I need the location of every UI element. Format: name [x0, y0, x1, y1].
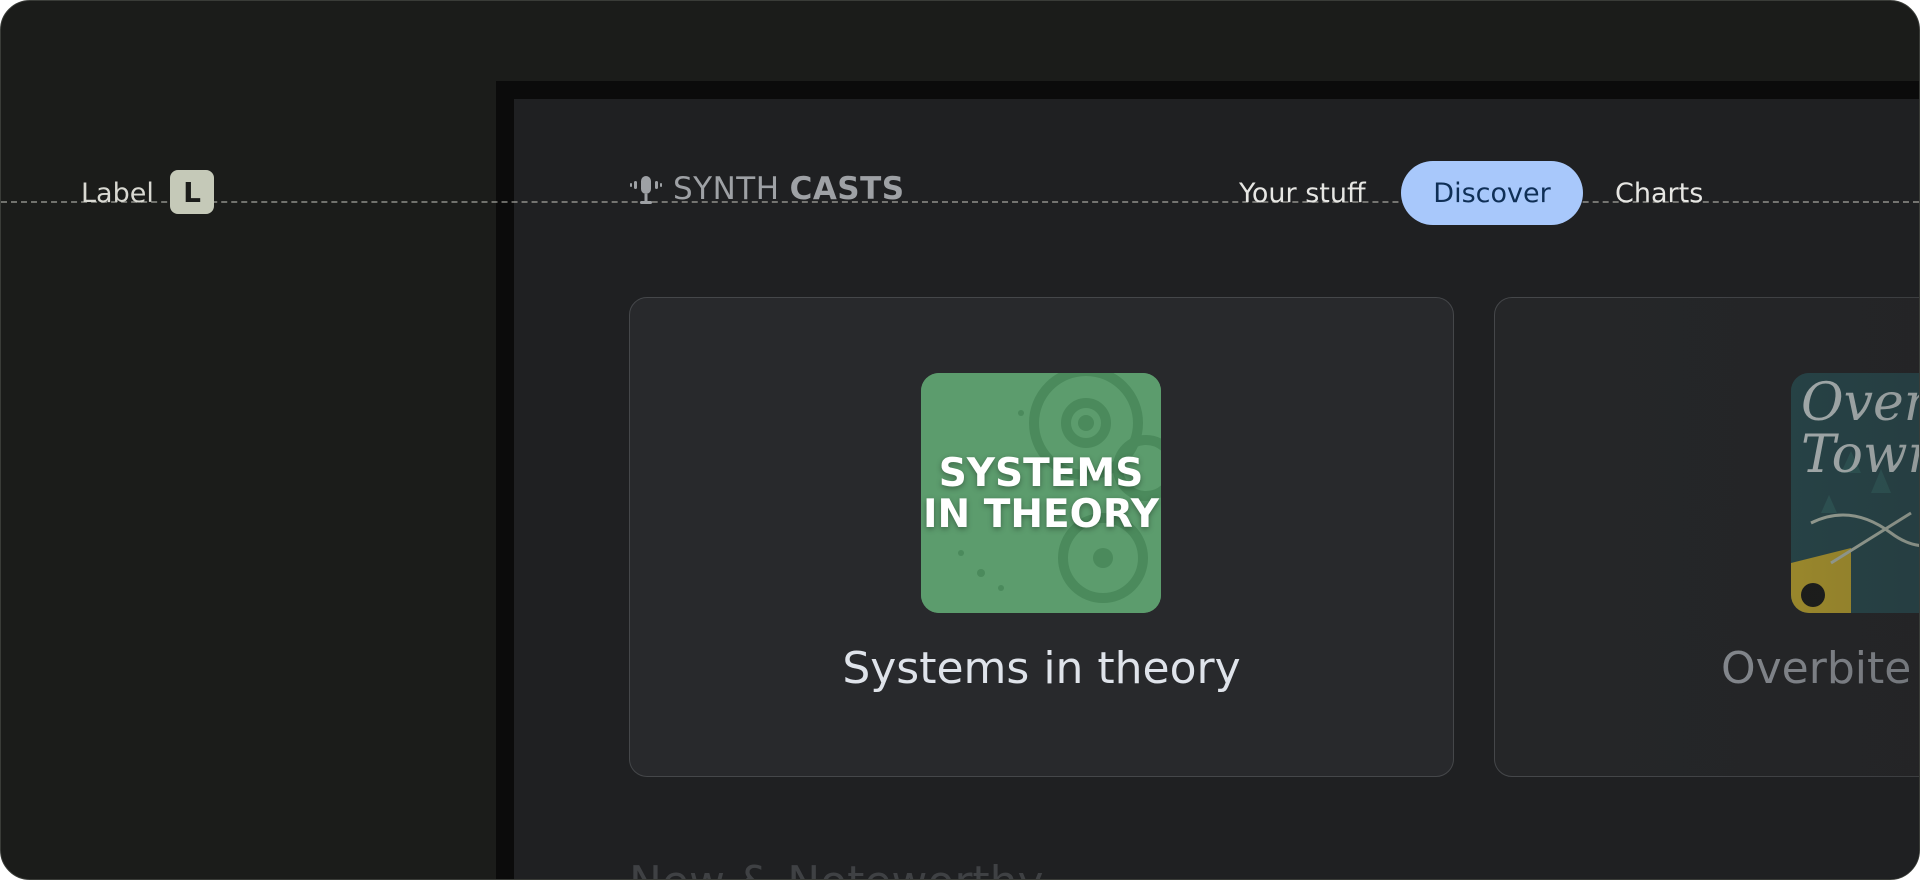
podcast-title: Overbite T	[1721, 643, 1919, 694]
annotation-label: Label	[81, 178, 154, 209]
tab-charts[interactable]: Charts	[1615, 161, 1703, 225]
logo-word-synth: SYNTH	[673, 171, 780, 207]
podcast-card-overbite[interactable]: Over Town Overbite T	[1494, 297, 1920, 777]
tab-your-stuff[interactable]: Your stuff	[1239, 161, 1366, 225]
annotation-key-badge: L	[170, 170, 214, 214]
podcast-title: Systems in theory	[842, 643, 1241, 694]
section-heading: New & Noteworthy	[629, 857, 1044, 879]
app-logo: SYNTH CASTS	[629, 171, 905, 207]
podcast-mic-icon	[630, 176, 662, 204]
podcast-cover-art: SYSTEMS IN THEORY	[921, 373, 1161, 613]
podcast-cover-art: Over Town	[1791, 373, 1920, 613]
tab-discover[interactable]: Discover	[1401, 161, 1583, 225]
device-frame: Label L SYNTH CASTS Your stuff Discover …	[0, 0, 1920, 880]
logo-word-casts: CASTS	[789, 171, 905, 207]
cover-title-text: Over Town	[1801, 373, 1920, 485]
cover-title-text: SYSTEMS IN THEORY	[923, 451, 1159, 537]
podcast-card-systems-in-theory[interactable]: SYSTEMS IN THEORY Systems in theory	[629, 297, 1454, 777]
